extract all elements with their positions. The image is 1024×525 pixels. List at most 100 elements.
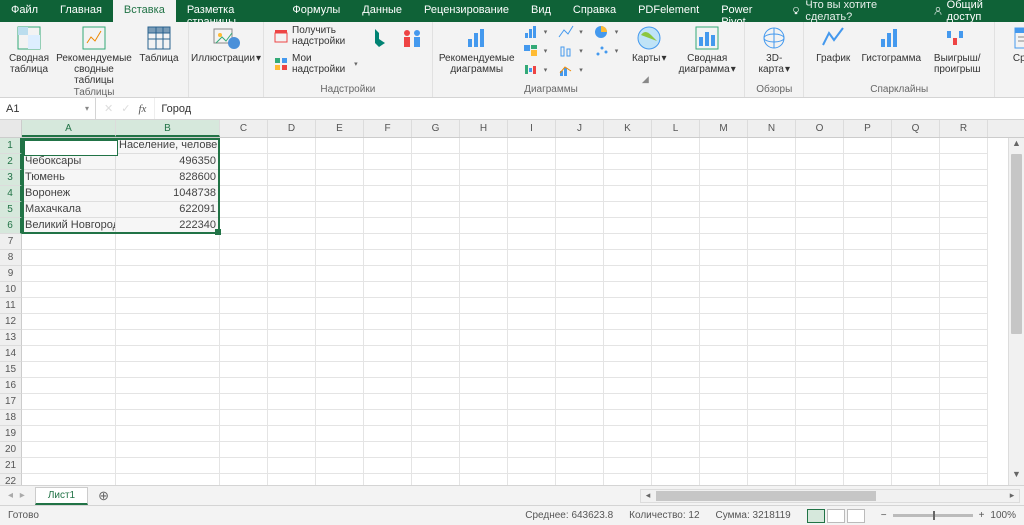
cell[interactable]: [604, 474, 652, 485]
cell[interactable]: [460, 170, 508, 186]
cell[interactable]: [116, 234, 220, 250]
cell[interactable]: [700, 282, 748, 298]
cell[interactable]: [844, 170, 892, 186]
cell[interactable]: [844, 138, 892, 154]
sparkline-winloss-button[interactable]: Выигрыш/ проигрыш: [926, 23, 988, 76]
cell[interactable]: [412, 218, 460, 234]
cell[interactable]: [652, 186, 700, 202]
cell[interactable]: [508, 298, 556, 314]
maps-button[interactable]: Карты▾: [626, 23, 672, 65]
cell[interactable]: [892, 170, 940, 186]
cell[interactable]: [508, 186, 556, 202]
cell[interactable]: [364, 218, 412, 234]
cancel-formula-button[interactable]: ✕: [104, 102, 113, 115]
cell[interactable]: [556, 298, 604, 314]
cell[interactable]: [556, 170, 604, 186]
cell[interactable]: [700, 442, 748, 458]
cell[interactable]: [940, 298, 988, 314]
cell[interactable]: [652, 474, 700, 485]
cell[interactable]: [604, 250, 652, 266]
cell[interactable]: [508, 314, 556, 330]
cell[interactable]: [268, 250, 316, 266]
cell[interactable]: [844, 202, 892, 218]
row-header[interactable]: 20: [0, 442, 22, 458]
cell[interactable]: [844, 298, 892, 314]
cell[interactable]: [22, 282, 116, 298]
cell[interactable]: [364, 442, 412, 458]
cell[interactable]: Население, человек: [116, 138, 220, 154]
tab-formulas[interactable]: Формулы: [281, 0, 351, 22]
cell[interactable]: [508, 234, 556, 250]
cell[interactable]: [940, 314, 988, 330]
view-normal-button[interactable]: [807, 509, 825, 523]
cell[interactable]: [700, 410, 748, 426]
cell[interactable]: [748, 266, 796, 282]
cell[interactable]: [364, 426, 412, 442]
cell[interactable]: [412, 138, 460, 154]
cell[interactable]: [364, 298, 412, 314]
cell[interactable]: [940, 474, 988, 485]
cell[interactable]: [460, 442, 508, 458]
cell[interactable]: [364, 234, 412, 250]
recommended-pivot-button[interactable]: Рекомендуемые сводные таблицы: [56, 23, 132, 87]
cell[interactable]: [460, 330, 508, 346]
cell[interactable]: [940, 410, 988, 426]
cell[interactable]: [508, 154, 556, 170]
row-header[interactable]: 2: [0, 154, 22, 170]
cell[interactable]: [268, 234, 316, 250]
cell[interactable]: Город: [22, 138, 116, 154]
cell[interactable]: [892, 362, 940, 378]
cell[interactable]: [412, 362, 460, 378]
cell[interactable]: [220, 234, 268, 250]
cell[interactable]: 1048738: [116, 186, 220, 202]
cell[interactable]: [460, 266, 508, 282]
cell[interactable]: [892, 202, 940, 218]
cell[interactable]: [796, 170, 844, 186]
tab-data[interactable]: Данные: [351, 0, 413, 22]
cell[interactable]: [220, 474, 268, 485]
cell[interactable]: [796, 138, 844, 154]
cell[interactable]: [796, 346, 844, 362]
cell[interactable]: 622091: [116, 202, 220, 218]
illustrations-button[interactable]: Иллюстрации▾: [195, 23, 257, 65]
cell[interactable]: [268, 314, 316, 330]
col-header-N[interactable]: N: [748, 120, 796, 137]
combo-chart-button[interactable]: ▾: [554, 61, 587, 79]
cell[interactable]: [412, 346, 460, 362]
cell[interactable]: [508, 410, 556, 426]
cell[interactable]: [844, 458, 892, 474]
cell[interactable]: [116, 458, 220, 474]
my-addins-button[interactable]: Мои надстройки▾: [270, 51, 362, 77]
cell[interactable]: [268, 218, 316, 234]
cell[interactable]: [268, 154, 316, 170]
cell[interactable]: [556, 186, 604, 202]
row-header[interactable]: 8: [0, 250, 22, 266]
cell[interactable]: [220, 170, 268, 186]
tab-pdfelement[interactable]: PDFelement: [627, 0, 710, 22]
cell[interactable]: [604, 282, 652, 298]
zoom-out-button[interactable]: −: [881, 510, 887, 521]
col-header-E[interactable]: E: [316, 120, 364, 137]
cell[interactable]: [268, 298, 316, 314]
tab-view[interactable]: Вид: [520, 0, 562, 22]
cell[interactable]: [700, 394, 748, 410]
cell[interactable]: [268, 378, 316, 394]
cell[interactable]: [748, 410, 796, 426]
cell[interactable]: [844, 314, 892, 330]
cell[interactable]: [22, 442, 116, 458]
cell[interactable]: [892, 346, 940, 362]
cell[interactable]: [316, 474, 364, 485]
cell[interactable]: [220, 314, 268, 330]
cell[interactable]: [700, 234, 748, 250]
cell[interactable]: [460, 474, 508, 485]
cell[interactable]: [652, 266, 700, 282]
col-header-C[interactable]: C: [220, 120, 268, 137]
cell[interactable]: [116, 266, 220, 282]
hierarchy-chart-button[interactable]: ▾: [519, 42, 552, 60]
cell[interactable]: [652, 346, 700, 362]
cell[interactable]: [700, 250, 748, 266]
cell[interactable]: [748, 234, 796, 250]
cell[interactable]: [796, 298, 844, 314]
cell[interactable]: [604, 298, 652, 314]
cell[interactable]: [892, 330, 940, 346]
